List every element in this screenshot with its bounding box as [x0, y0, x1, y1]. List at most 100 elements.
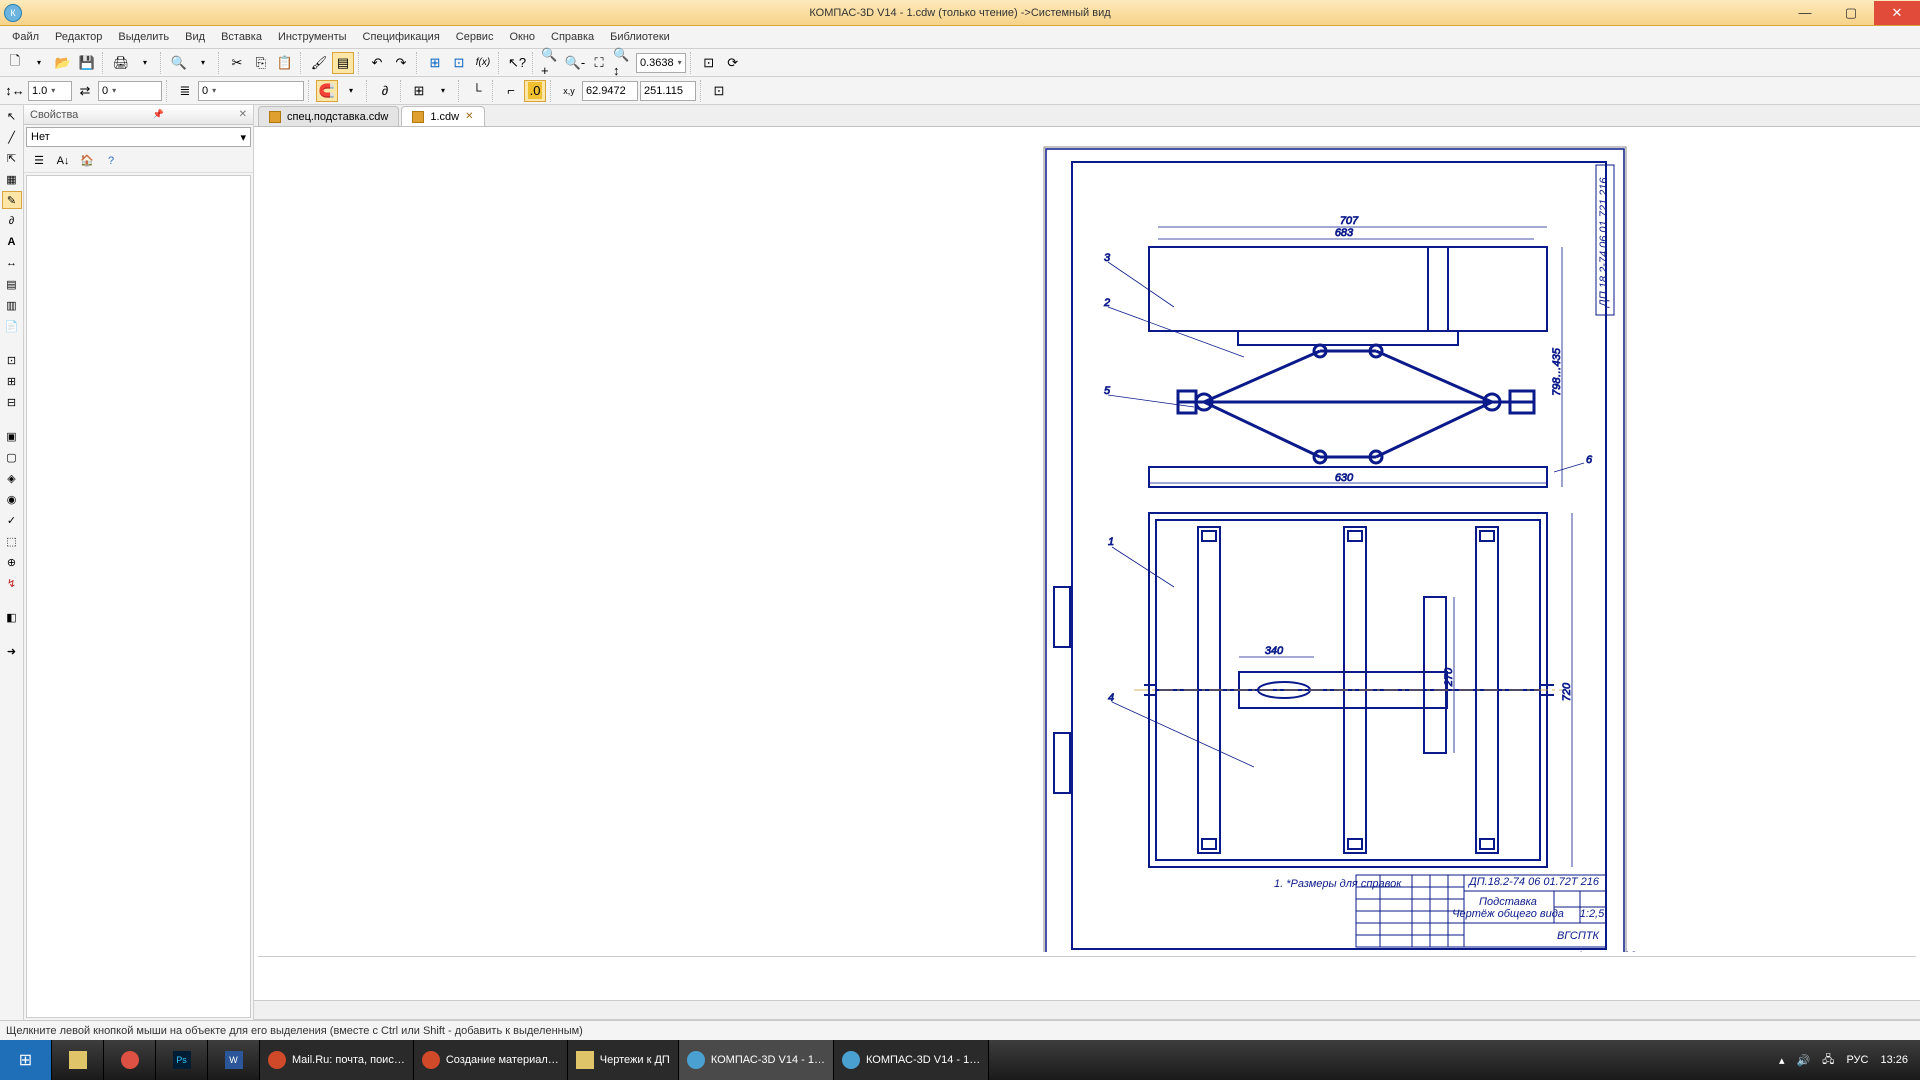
param-button[interactable]: ∂	[374, 80, 396, 102]
tray-time[interactable]: 13:26	[1880, 1054, 1908, 1066]
tool-h-icon[interactable]: ✓	[2, 511, 22, 529]
system-tray[interactable]: ▴ 🔊 🖧 РУС 13:26	[1767, 1051, 1920, 1070]
tab-1cdw[interactable]: 1.cdw ✕	[401, 106, 484, 126]
tool-spec-icon[interactable]: ▥	[2, 296, 22, 314]
copy-button[interactable]: ⎘	[250, 52, 272, 74]
snap-toggle-button[interactable]: 🧲	[316, 80, 338, 102]
zoom-out-button[interactable]: 🔍-	[564, 52, 586, 74]
task-mailru[interactable]: Mail.Ru: почта, поис…	[260, 1040, 414, 1080]
tool-l-icon[interactable]: ◧	[2, 608, 22, 626]
help-cursor-button[interactable]: ↖?	[506, 52, 528, 74]
panel-close-icon[interactable]: ✕	[239, 109, 247, 120]
coord-y-input[interactable]: 251.115	[640, 81, 696, 101]
minimize-button[interactable]: —	[1782, 1, 1828, 25]
extra-button[interactable]: ⊡	[708, 80, 730, 102]
layers-button[interactable]: ≣	[174, 80, 196, 102]
vars-button[interactable]: ⊡	[448, 52, 470, 74]
preview-dd-icon[interactable]: ▾	[192, 52, 214, 74]
geom-icon[interactable]: ↖	[2, 107, 22, 125]
start-button[interactable]: ⊞	[0, 1040, 52, 1080]
grid-dd-icon[interactable]: ▾	[432, 80, 454, 102]
panel-tool-4-icon[interactable]: ?	[100, 150, 122, 172]
menu-window[interactable]: Окно	[503, 29, 541, 45]
save-button[interactable]: 💾	[76, 52, 98, 74]
tool-dim-icon[interactable]: ⇱	[2, 149, 22, 167]
task-kompas-2[interactable]: КОМПАС-3D V14 - 1…	[834, 1040, 989, 1080]
tool-b-icon[interactable]: ⊞	[2, 372, 22, 390]
paste-button[interactable]: 📋	[274, 52, 296, 74]
menu-select[interactable]: Выделить	[112, 29, 175, 45]
scale-dropdown[interactable]: 1.0▾	[28, 81, 72, 101]
show-all-button[interactable]: ⊡	[698, 52, 720, 74]
tab-close-icon[interactable]: ✕	[465, 111, 473, 122]
task-kompas-1[interactable]: КОМПАС-3D V14 - 1…	[679, 1040, 834, 1080]
task-chrome[interactable]	[104, 1040, 156, 1080]
close-button[interactable]: ✕	[1874, 1, 1920, 25]
drawing-viewport[interactable]: ДП.18.2-74 06.01.721 216	[254, 127, 1920, 952]
tool-text-icon[interactable]: A	[2, 233, 22, 251]
round-button[interactable]: .0	[524, 80, 546, 102]
tray-up-icon[interactable]: ▴	[1779, 1054, 1785, 1067]
grid-button[interactable]: ⊞	[408, 80, 430, 102]
menu-spec[interactable]: Спецификация	[357, 29, 446, 45]
tool-k-icon[interactable]: ↯	[2, 574, 22, 592]
open-button[interactable]: 📂	[52, 52, 74, 74]
style-dropdown[interactable]: 0▾	[98, 81, 162, 101]
local-cs-button[interactable]: └	[466, 80, 488, 102]
preview-button[interactable]: 🔍	[168, 52, 190, 74]
tool-a-icon[interactable]: ⊡	[2, 351, 22, 369]
properties-button[interactable]: ▤	[332, 52, 354, 74]
menu-tools[interactable]: Инструменты	[272, 29, 353, 45]
tool-measure-icon[interactable]: ↔	[2, 254, 22, 272]
menu-edit[interactable]: Редактор	[49, 29, 108, 45]
tool-d-icon[interactable]: ▣	[2, 427, 22, 445]
tool-e-icon[interactable]: ▢	[2, 448, 22, 466]
tool-m-icon[interactable]: ➜	[2, 642, 22, 660]
tool-i-icon[interactable]: ⬚	[2, 532, 22, 550]
cut-button[interactable]: ✂	[226, 52, 248, 74]
snap-step-button[interactable]: ↕↔	[4, 80, 26, 102]
coord-x-input[interactable]: 62.9472	[582, 81, 638, 101]
tool-line-icon[interactable]: ╱	[2, 128, 22, 146]
task-opera2[interactable]: Создание материал…	[414, 1040, 568, 1080]
panel-tool-2-icon[interactable]: A↓	[52, 150, 74, 172]
maximize-button[interactable]: ▢	[1828, 1, 1874, 25]
zoom-dynamic-button[interactable]: 🔍↕	[612, 52, 634, 74]
mirror-button[interactable]: ⇄	[74, 80, 96, 102]
pin-icon[interactable]: 📌	[153, 109, 164, 120]
tool-f-icon[interactable]: ◈	[2, 469, 22, 487]
tray-net-icon[interactable]: 🖧	[1822, 1051, 1834, 1070]
snap-dd-icon[interactable]: ▾	[340, 80, 362, 102]
tool-hatch-icon[interactable]: ▦	[2, 170, 22, 188]
menu-help[interactable]: Справка	[545, 29, 600, 45]
undo-button[interactable]: ↶	[366, 52, 388, 74]
redo-button[interactable]: ↷	[390, 52, 412, 74]
zoom-value-dropdown[interactable]: 0.3638▾	[636, 53, 686, 73]
ortho-button[interactable]: ⌐	[500, 80, 522, 102]
tray-lang[interactable]: РУС	[1846, 1054, 1868, 1066]
zoom-window-button[interactable]: ⛶	[588, 52, 610, 74]
menu-libs[interactable]: Библиотеки	[604, 29, 676, 45]
tab-spec[interactable]: спец.подставка.cdw	[258, 106, 399, 126]
brush-button[interactable]: 🖌	[308, 52, 330, 74]
manager-button[interactable]: ⊞	[424, 52, 446, 74]
fx-button[interactable]: f(x)	[472, 52, 494, 74]
new-button[interactable]: 🗋	[4, 52, 26, 74]
menu-view[interactable]: Вид	[179, 29, 211, 45]
print-dd-icon[interactable]: ▾	[134, 52, 156, 74]
tool-c-icon[interactable]: ⊟	[2, 393, 22, 411]
zoom-in-button[interactable]: 🔍+	[540, 52, 562, 74]
layer-dropdown[interactable]: 0▾	[198, 81, 304, 101]
task-ps[interactable]: Ps	[156, 1040, 208, 1080]
tool-j-icon[interactable]: ⊕	[2, 553, 22, 571]
tool-param-icon[interactable]: ∂	[2, 212, 22, 230]
command-line[interactable]	[258, 956, 1916, 996]
task-folder[interactable]: Чертежи к ДП	[568, 1040, 679, 1080]
tool-tbl-icon[interactable]: ▤	[2, 275, 22, 293]
menu-file[interactable]: Файл	[6, 29, 45, 45]
panel-tool-1-icon[interactable]: ☰	[28, 150, 50, 172]
refresh-button[interactable]: ⟳	[722, 52, 744, 74]
menu-insert[interactable]: Вставка	[215, 29, 268, 45]
new-dd-icon[interactable]: ▾	[28, 52, 50, 74]
task-explorer[interactable]	[52, 1040, 104, 1080]
